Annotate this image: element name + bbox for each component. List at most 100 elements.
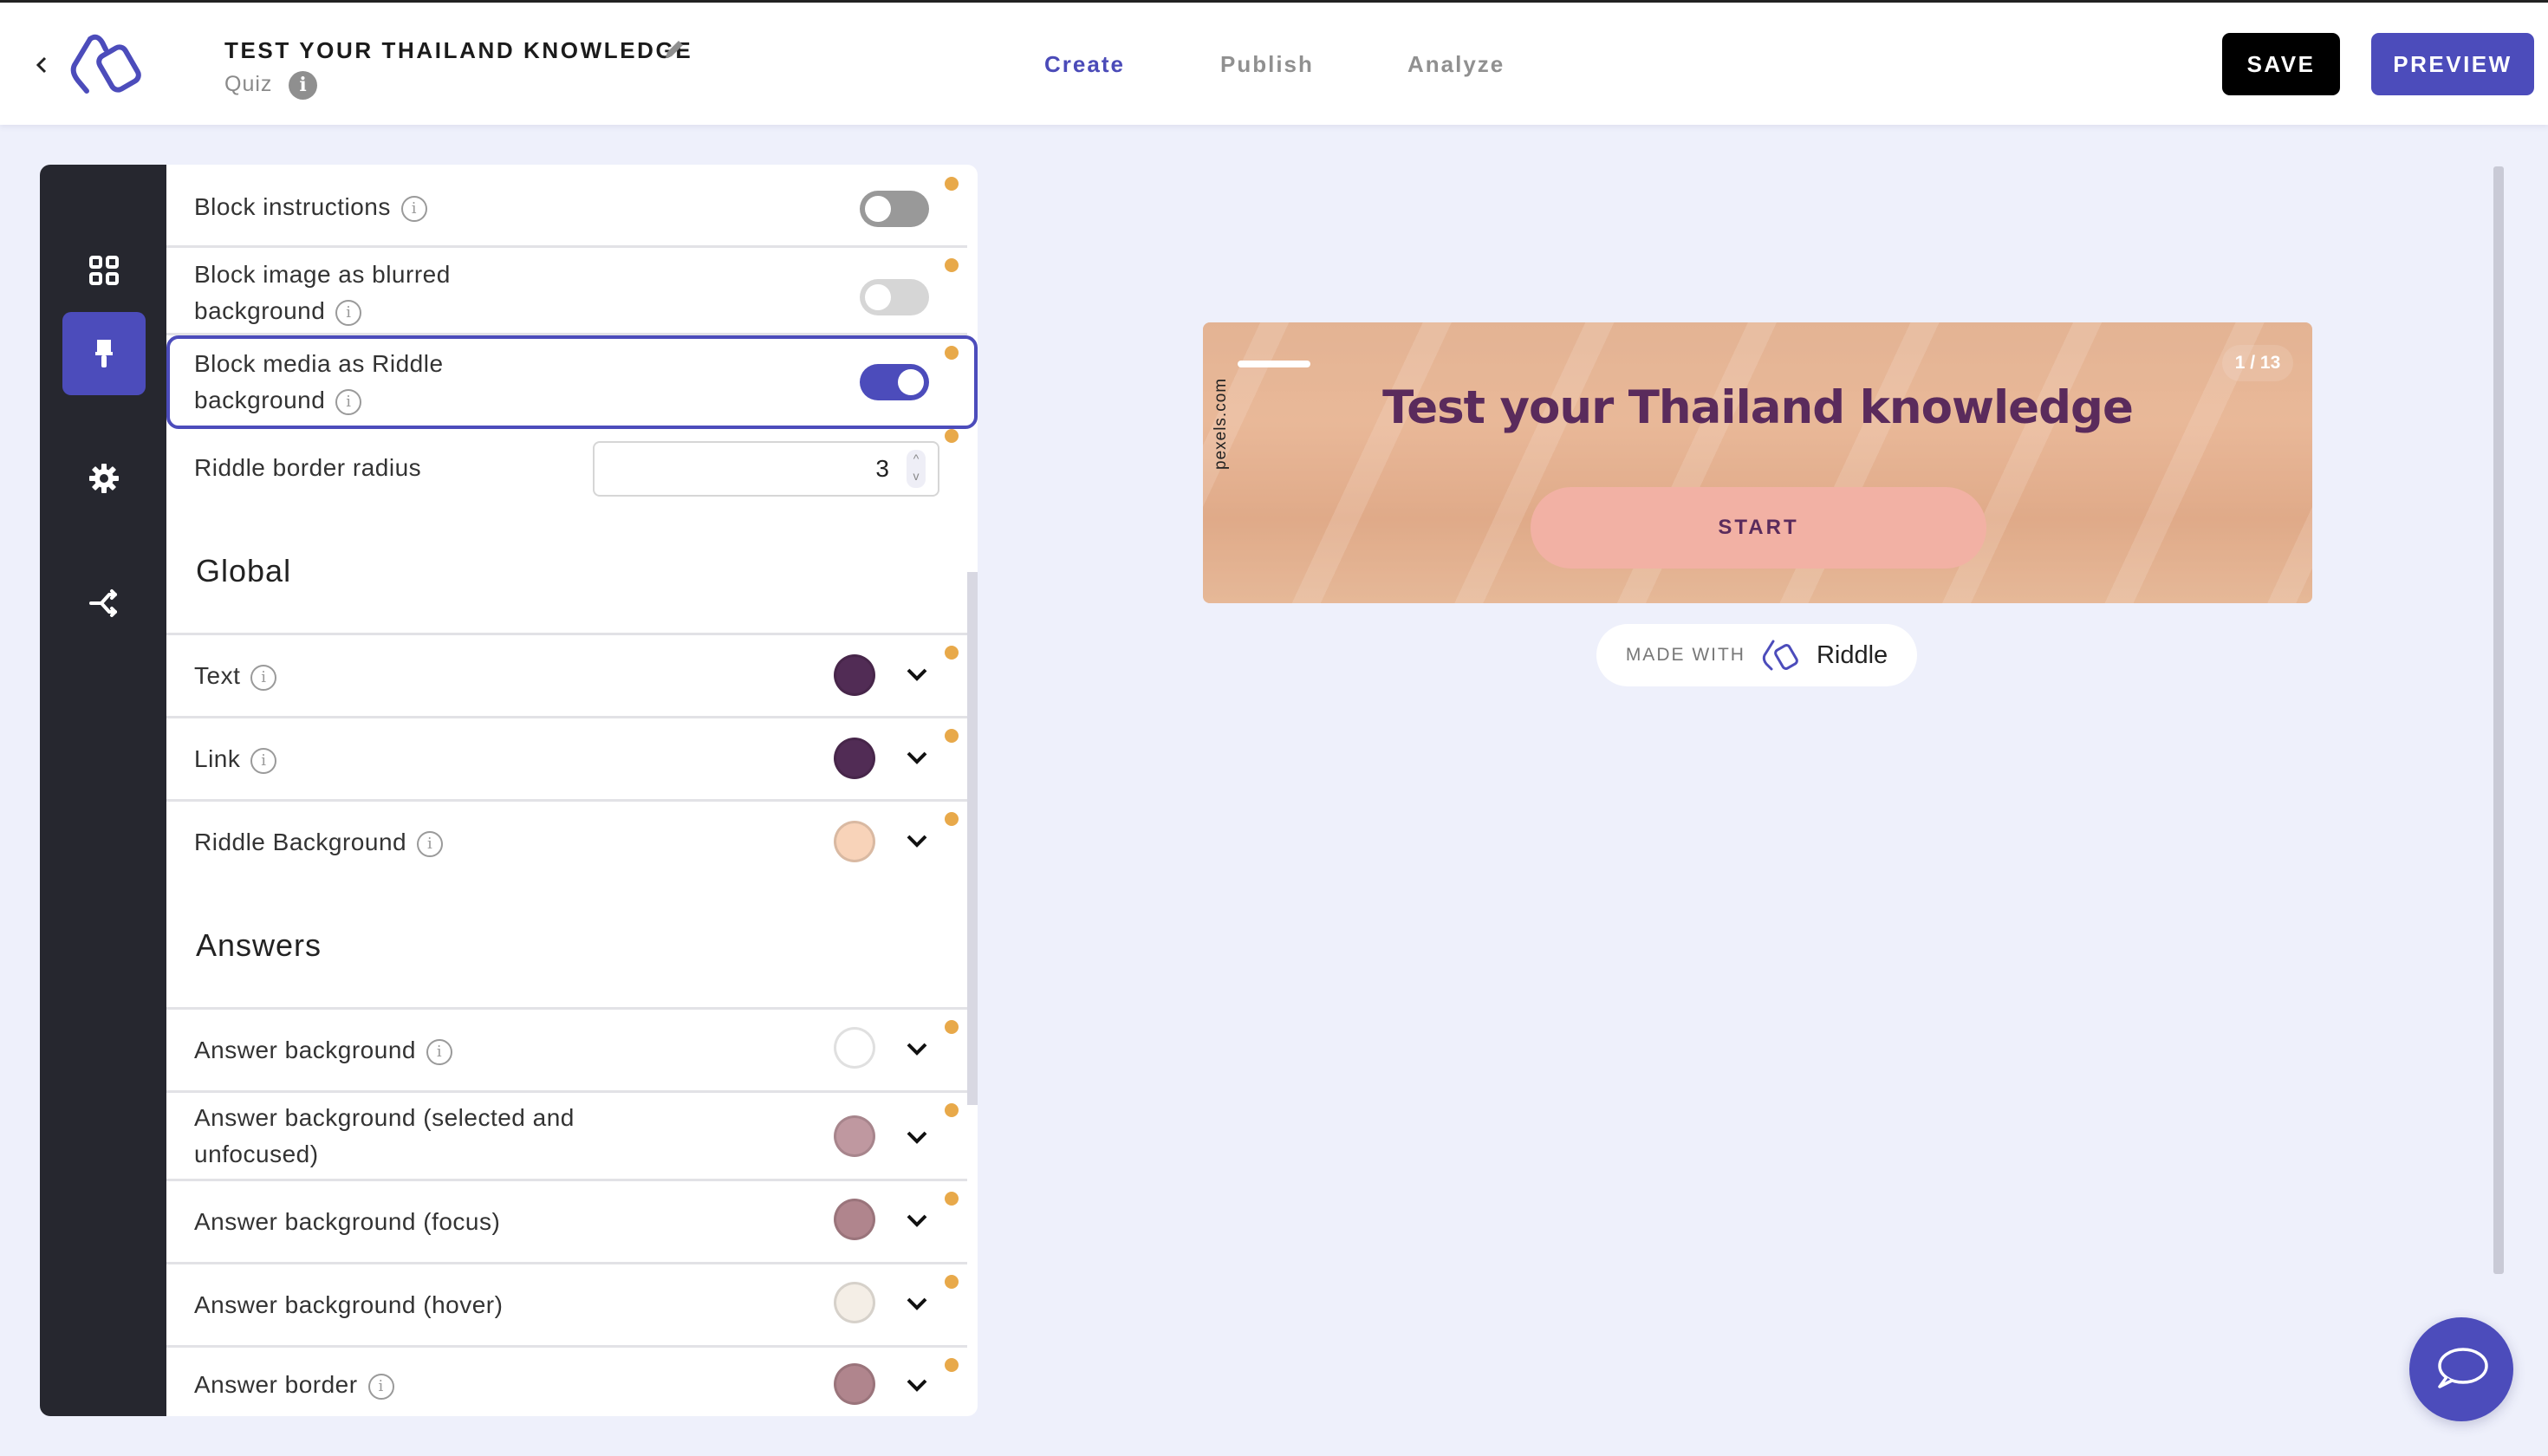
riddle-logo-icon[interactable] [59, 32, 156, 98]
color-swatch[interactable] [834, 1199, 875, 1240]
toggle-block-image-blurred[interactable] [860, 279, 929, 315]
color-swatch[interactable] [834, 1115, 875, 1157]
color-swatch[interactable] [834, 654, 875, 696]
number-spinner[interactable]: ^ v [907, 450, 926, 488]
riddle-title: TEST YOUR THAILAND KNOWLEDGE [224, 37, 693, 63]
changed-indicator [945, 1358, 959, 1372]
color-row-answer-background[interactable]: Answer background i [166, 1010, 967, 1093]
setting-label: Answer background (hover) [194, 1291, 504, 1318]
made-with-label: MADE WITH [1625, 645, 1745, 665]
spin-up-icon[interactable]: ^ [907, 450, 926, 467]
setting-row-border-radius: Riddle border radius 3 ^ v [166, 429, 967, 516]
chevron-down-icon[interactable] [905, 1377, 929, 1394]
color-row-answer-background-hover[interactable]: Answer background (hover) [166, 1264, 967, 1348]
changed-indicator [945, 646, 959, 660]
color-swatch[interactable] [834, 1363, 875, 1405]
progress-indicator [1238, 361, 1310, 367]
gear-icon [89, 464, 119, 493]
info-icon[interactable]: i [250, 664, 277, 691]
preview-title: Test your Thailand knowledge [1382, 381, 2134, 434]
image-credit: pexels.com [1212, 377, 1230, 470]
color-row-text[interactable]: Text i [166, 635, 967, 718]
color-swatch[interactable] [834, 1282, 875, 1323]
made-with-brand: Riddle [1816, 640, 1888, 669]
color-row-answer-border[interactable]: Answer border i [166, 1348, 967, 1416]
setting-label: Block instructions [194, 193, 391, 220]
setting-label: Riddle Background [194, 829, 407, 855]
sidebar-item-settings[interactable] [62, 437, 146, 520]
changed-indicator [945, 177, 959, 191]
setting-label: Answer border [194, 1371, 358, 1398]
chevron-down-icon[interactable] [905, 1129, 929, 1147]
color-row-link[interactable]: Link i [166, 718, 967, 802]
info-icon[interactable]: i [417, 830, 444, 857]
blocks-grid-icon [89, 256, 119, 285]
changed-indicator [945, 729, 959, 743]
chevron-down-icon[interactable] [905, 750, 929, 767]
panel-scrollbar[interactable] [967, 572, 978, 1105]
sidebar-item-blocks[interactable] [62, 229, 146, 312]
color-swatch[interactable] [834, 821, 875, 862]
made-with-riddle-badge[interactable]: MADE WITH Riddle [1596, 624, 1917, 686]
pencil-icon[interactable] [662, 37, 686, 62]
changed-indicator [945, 258, 959, 272]
preview-button[interactable]: PREVIEW [2371, 33, 2534, 95]
color-row-riddle-background[interactable]: Riddle Background i [166, 802, 967, 885]
setting-label: Answer background (selected and unfocuse… [194, 1104, 575, 1167]
chevron-down-icon[interactable] [905, 1041, 929, 1058]
tab-analyze[interactable]: Analyze [1407, 51, 1505, 78]
chat-bubble-icon [2438, 1348, 2488, 1388]
chevron-down-icon[interactable] [905, 1296, 929, 1313]
color-row-answer-background-focus[interactable]: Answer background (focus) [166, 1181, 967, 1264]
start-button[interactable]: START [1531, 487, 1986, 569]
sidebar-item-design[interactable] [62, 312, 146, 395]
top-bar: TEST YOUR THAILAND KNOWLEDGE Quiz i Crea… [0, 0, 2548, 125]
section-title-answers: Answers [196, 927, 322, 963]
border-radius-value: 3 [875, 455, 889, 482]
editor-sidebar [40, 165, 166, 1416]
toggle-knob [865, 196, 891, 222]
tab-create[interactable]: Create [1044, 51, 1125, 78]
chevron-down-icon[interactable] [905, 833, 929, 850]
riddle-type-label: Quiz [224, 72, 273, 96]
changed-indicator [945, 1103, 959, 1117]
section-title-global: Global [196, 553, 292, 588]
setting-label: Link [194, 745, 241, 772]
border-radius-input[interactable]: 3 ^ v [593, 441, 939, 497]
color-swatch[interactable] [834, 1027, 875, 1069]
info-icon[interactable]: i [367, 1373, 394, 1400]
changed-indicator [945, 1275, 959, 1289]
info-icon[interactable]: i [400, 195, 427, 222]
info-icon[interactable]: i [426, 1038, 452, 1065]
chevron-down-icon[interactable] [905, 666, 929, 684]
chevron-down-icon[interactable] [905, 1212, 929, 1230]
info-icon[interactable]: i [335, 299, 362, 326]
sidebar-item-share[interactable] [62, 562, 146, 645]
design-settings-panel: Block instructions i Block image as blurr… [166, 165, 978, 1416]
setting-label: Block image as blurred background [194, 261, 451, 324]
riddle-logo-icon [1762, 640, 1798, 671]
info-icon[interactable]: i [250, 747, 277, 774]
riddle-preview-card: 1 / 13 Test your Thailand knowledge pexe… [1203, 322, 2312, 603]
chevron-left-icon[interactable] [31, 49, 52, 81]
changed-indicator [945, 1192, 959, 1206]
spin-down-icon[interactable]: v [907, 467, 926, 484]
save-button[interactable]: SAVE [2222, 33, 2340, 95]
info-icon[interactable]: i [289, 71, 317, 100]
color-row-answer-background-selected[interactable]: Answer background (selected and unfocuse… [166, 1093, 967, 1181]
share-icon [89, 589, 117, 617]
changed-indicator [945, 429, 959, 443]
color-swatch[interactable] [834, 738, 875, 779]
question-counter: 1 / 13 [2222, 345, 2293, 381]
setting-label: Riddle border radius [194, 454, 422, 481]
setting-label: Answer background (focus) [194, 1208, 501, 1235]
setting-row-block-image-blurred: Block image as blurred background i [166, 248, 967, 335]
preview-scrollbar[interactable] [2493, 166, 2504, 1274]
chat-button[interactable] [2409, 1317, 2513, 1421]
changed-indicator [945, 812, 959, 826]
tab-publish[interactable]: Publish [1220, 51, 1314, 78]
setting-row-block-instructions: Block instructions i [166, 165, 967, 248]
setting-label: Answer background [194, 1037, 416, 1063]
changed-indicator [945, 1020, 959, 1034]
toggle-block-instructions[interactable] [860, 191, 929, 227]
